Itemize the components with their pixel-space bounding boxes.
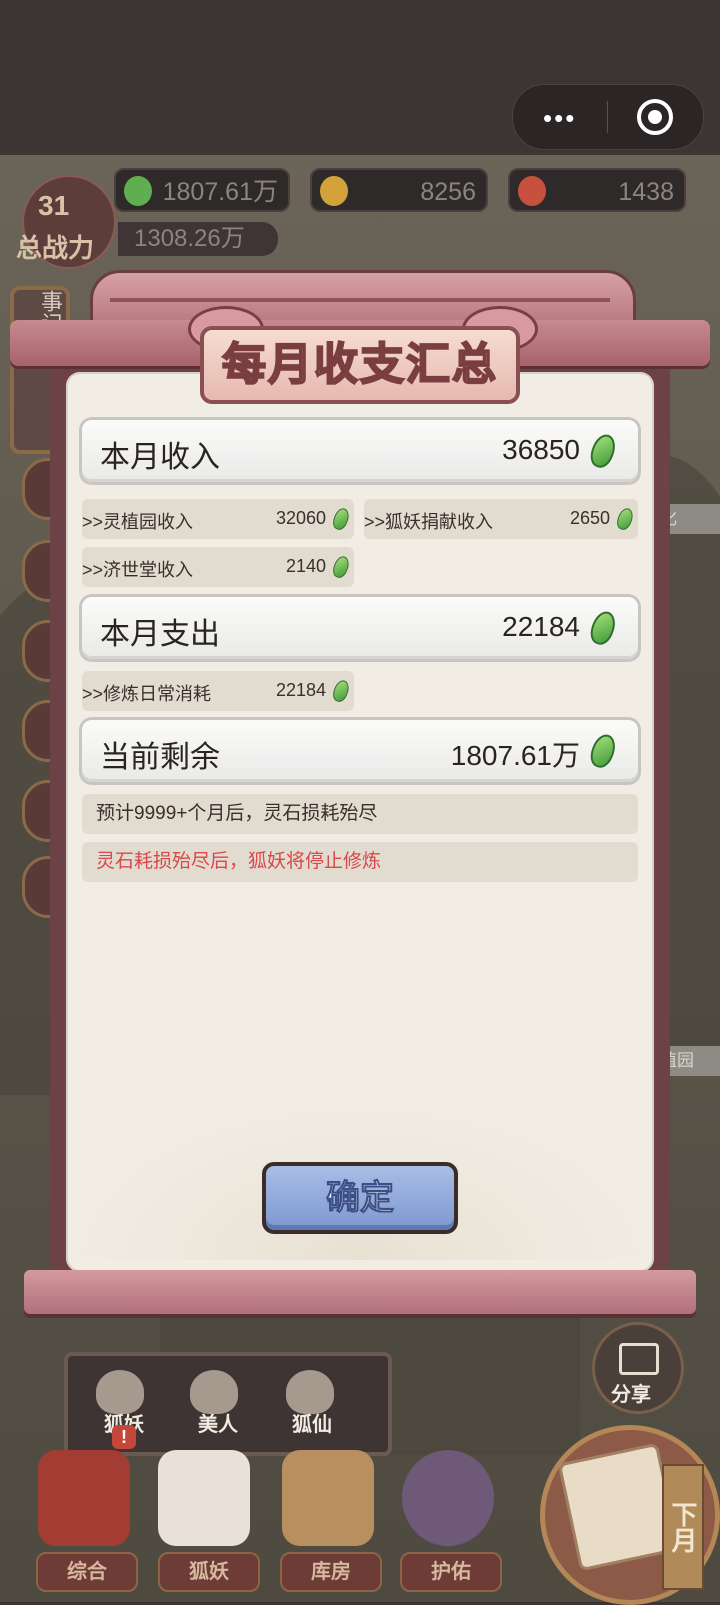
expense-row: 本月支出 22184	[82, 597, 638, 659]
expense-value: 22184	[502, 611, 580, 642]
lotus-icon[interactable]	[402, 1450, 494, 1546]
power-value: 1308.26万	[118, 222, 278, 256]
nav-tab-fox[interactable]: 狐妖	[158, 1552, 260, 1592]
spirit-stone-icon	[330, 554, 352, 580]
nav-tab-blessing[interactable]: 护佑	[400, 1552, 502, 1592]
resource-spirit-stone[interactable]: 1807.61万	[114, 168, 290, 212]
income-item-value: 2650	[569, 508, 610, 528]
power-level: 31	[38, 190, 70, 221]
nav-tab-storeroom[interactable]: 库房	[280, 1552, 382, 1592]
income-item-label: >>灵植园收入	[82, 512, 194, 532]
nav-tab-general[interactable]: 综合	[36, 1552, 138, 1592]
income-item-label: >>济世堂收入	[82, 560, 194, 580]
expense-item: >>修炼日常消耗 22184	[82, 671, 354, 711]
balance-label: 当前剩余	[100, 741, 220, 774]
income-label: 本月收入	[100, 441, 220, 474]
income-item: >>济世堂收入 2140	[82, 547, 354, 587]
more-menu-icon[interactable]: •••	[543, 103, 576, 134]
scroll-chest-icon[interactable]	[282, 1450, 374, 1546]
spirit-stone-icon	[614, 506, 636, 532]
roof-divider	[110, 298, 610, 302]
power-label: 总战力	[16, 233, 95, 263]
fox-mask-icon[interactable]	[158, 1450, 250, 1546]
warning-note: 灵石耗损殆尽后，狐妖将停止修炼	[82, 842, 638, 882]
shrine-gate-icon[interactable]	[38, 1450, 130, 1546]
dialog-title-plate: 每月收支汇总	[200, 326, 520, 404]
income-row: 本月收入 36850	[82, 420, 638, 482]
capsule-divider	[607, 101, 608, 133]
forecast-note: 预计9999+个月后，灵石损耗殆尽	[82, 794, 638, 834]
expense-item-label: >>修炼日常消耗	[82, 684, 212, 704]
resource-value: 1807.61万	[162, 178, 278, 206]
resource-value: 1438	[618, 178, 674, 206]
income-value: 36850	[502, 434, 580, 465]
resource-value: 8256	[420, 178, 476, 206]
filter-beauty[interactable]: 美人	[198, 1408, 238, 1437]
expense-label: 本月支出	[100, 618, 220, 651]
income-item-label: >>狐妖捐献收入	[364, 512, 494, 532]
balance-row: 当前剩余 1807.61万	[82, 720, 638, 782]
share-icon	[619, 1343, 659, 1375]
income-item: >>狐妖捐献收入 2650	[364, 499, 638, 539]
next-month-label[interactable]: 下月	[662, 1464, 704, 1590]
income-item: >>灵植园收入 32060	[82, 499, 354, 539]
alert-badge: !	[112, 1425, 136, 1449]
confirm-label: 确定	[326, 1179, 395, 1218]
filter-fox-immortal[interactable]: 狐仙	[292, 1408, 332, 1437]
expense-item-value: 22184	[275, 680, 326, 700]
balance-value: 1807.61万	[450, 740, 580, 771]
resource-gold[interactable]: 8256	[310, 168, 488, 212]
income-item-value: 2140	[285, 556, 326, 576]
mini-program-capsule: •••	[512, 84, 704, 150]
spirit-stone-icon	[586, 731, 620, 771]
gold-coin-icon	[320, 176, 348, 206]
spirit-stone-icon	[330, 506, 352, 532]
resource-red-gem[interactable]: 1438	[508, 168, 686, 212]
target-icon[interactable]	[637, 99, 673, 135]
income-item-value: 32060	[275, 508, 326, 528]
share-label: 分享	[611, 1384, 651, 1406]
spirit-stone-icon	[586, 608, 620, 648]
dialog-title: 每月收支汇总	[221, 339, 498, 390]
confirm-button[interactable]: 确定	[262, 1162, 458, 1234]
red-gem-icon	[518, 176, 546, 206]
spirit-stone-icon	[330, 678, 352, 704]
green-spirit-stone-icon	[124, 176, 152, 206]
dialog-base	[24, 1270, 696, 1314]
spirit-stone-icon	[586, 431, 620, 471]
